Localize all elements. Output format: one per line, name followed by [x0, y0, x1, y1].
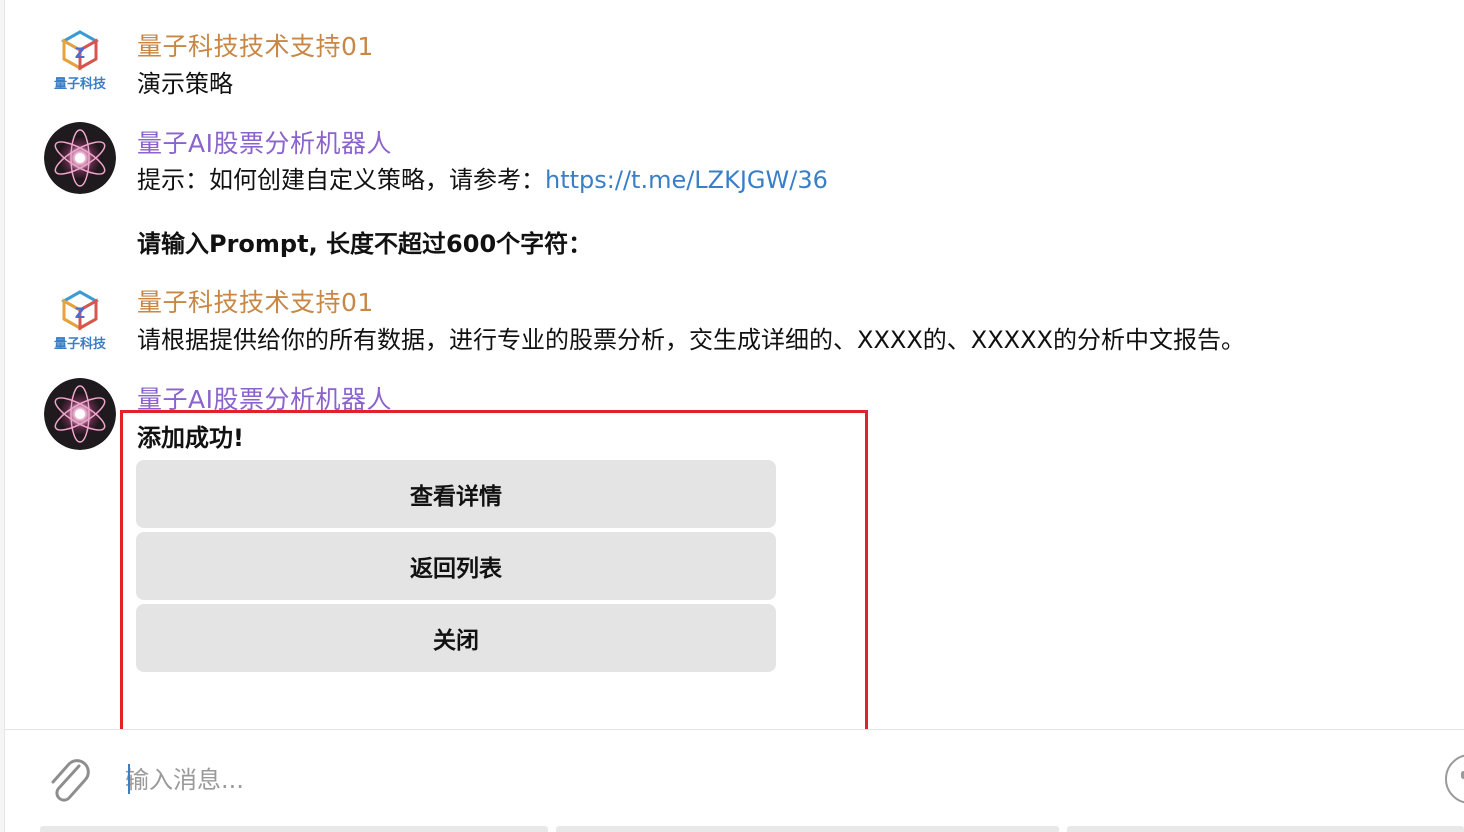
- text-caret: [128, 764, 130, 794]
- bottom-tab-strip: [40, 826, 1464, 832]
- bottom-tab[interactable]: [40, 826, 548, 832]
- view-details-button[interactable]: 查看详情: [136, 460, 776, 528]
- message-input[interactable]: [125, 758, 1425, 802]
- message-composer: [5, 730, 1464, 832]
- support-logo-avatar[interactable]: Z 量子科技: [44, 284, 116, 356]
- bot-avatar[interactable]: [44, 378, 116, 450]
- sender-name[interactable]: 量子科技技术支持01: [137, 283, 374, 319]
- hint-text: 提示：如何创建自定义策略，请参考：https://t.me/LZKJGW/36: [137, 160, 828, 195]
- bottom-tab[interactable]: [555, 826, 1060, 832]
- hint-link[interactable]: https://t.me/LZKJGW/36: [545, 166, 828, 194]
- svg-text:Z: Z: [75, 306, 85, 322]
- bottom-tab[interactable]: [1067, 826, 1464, 832]
- chat-list-edge: [0, 0, 5, 832]
- message-text: 演示策略: [137, 70, 233, 98]
- svg-text:Z: Z: [75, 46, 85, 62]
- bot-avatar[interactable]: [44, 122, 116, 194]
- message-text: 请根据提供给你的所有数据，进行专业的股票分析，交生成详细的、XXXX的、XXXX…: [137, 326, 1245, 354]
- sender-name[interactable]: 量子AI股票分析机器人: [137, 124, 392, 160]
- hint-prefix: 提示：如何创建自定义策略，请参考：: [137, 166, 545, 194]
- emoji-icon[interactable]: [1445, 754, 1464, 804]
- sender-name[interactable]: 量子科技技术支持01: [137, 27, 374, 63]
- close-button[interactable]: 关闭: [136, 604, 776, 672]
- prompt-request-text: 请输入Prompt, 长度不超过600个字符：: [137, 230, 593, 258]
- support-logo-avatar[interactable]: Z 量子科技: [44, 24, 116, 96]
- logo-text: 量子科技: [54, 76, 107, 92]
- paperclip-icon[interactable]: [43, 752, 93, 808]
- logo-text: 量子科技: [54, 336, 107, 352]
- sender-name[interactable]: 量子AI股票分析机器人: [137, 380, 392, 416]
- back-to-list-button[interactable]: 返回列表: [136, 532, 776, 600]
- success-text: 添加成功!: [137, 424, 244, 452]
